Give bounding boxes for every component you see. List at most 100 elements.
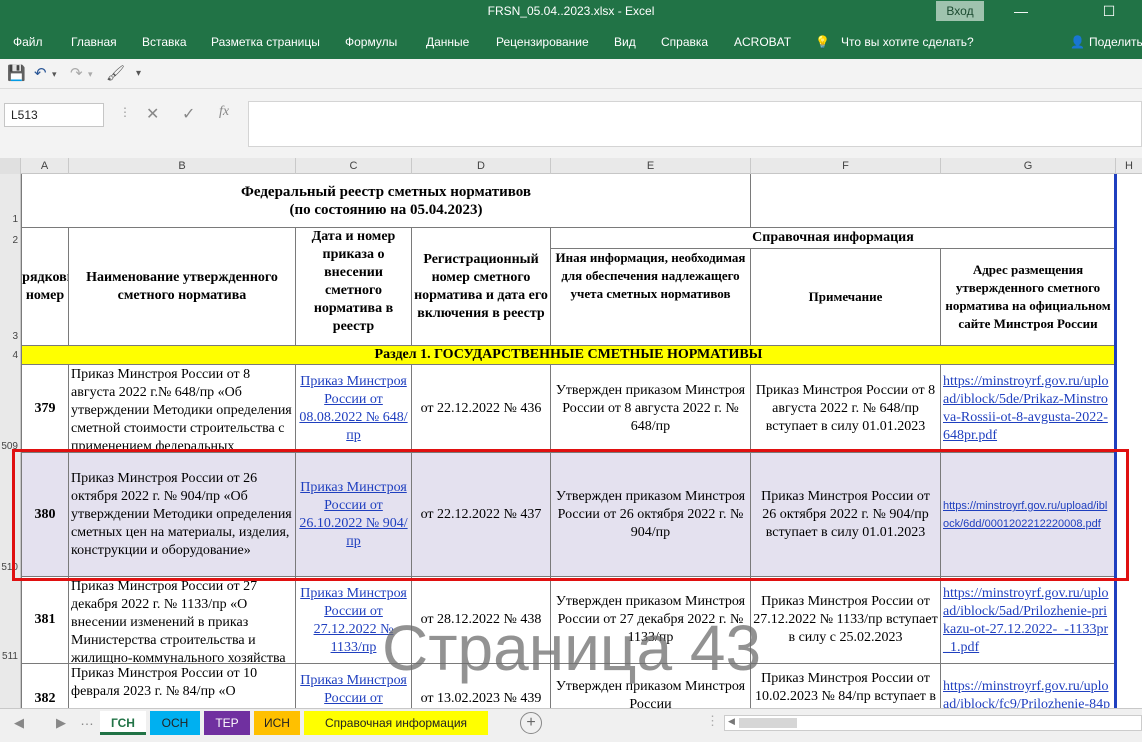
tab-help[interactable]: Справка <box>661 35 708 49</box>
tab-formulas[interactable]: Формулы <box>345 35 397 49</box>
row-379-name[interactable]: Приказ Минстроя России от 8 августа 2022… <box>69 365 296 453</box>
header-reference-info[interactable]: Справочная информация <box>551 228 1116 249</box>
formula-input[interactable] <box>248 101 1142 147</box>
sheet-tab-ter[interactable]: ТЕР <box>204 711 250 735</box>
header-address[interactable]: Адрес размещения утвержденного сметного … <box>941 249 1116 346</box>
header-number[interactable]: Порядковый номер <box>21 228 69 346</box>
row-382-address[interactable]: https://minstroyrf.gov.ru/upload/iblock/… <box>941 664 1116 708</box>
row-380-date-link[interactable]: Приказ Минстроя России от 26.10.2022 № 9… <box>298 479 409 551</box>
save-icon[interactable]: 💾 <box>7 64 26 84</box>
row-header-509[interactable]: 509 <box>0 441 20 452</box>
select-all-button[interactable] <box>0 158 21 174</box>
tab-page-layout[interactable]: Разметка страницы <box>211 35 320 49</box>
header-date[interactable]: Дата и номер приказа о внесении сметного… <box>296 228 412 346</box>
column-header-h[interactable]: H <box>1116 158 1142 174</box>
row-382-note[interactable]: Приказ Минстроя России от 10.02.2023 № 8… <box>751 664 941 708</box>
row-header-511[interactable]: 511 <box>0 651 20 662</box>
insert-function-icon[interactable]: fx <box>219 104 229 120</box>
row-382-address-link[interactable]: https://minstroyrf.gov.ru/upload/iblock/… <box>943 678 1113 708</box>
row-380-registration[interactable]: от 22.12.2022 № 437 <box>412 453 551 577</box>
quick-access-toolbar: 💾 ↶ ▾ ↷ ▾ 🖌 ▾ <box>0 59 1142 89</box>
row-header-2[interactable]: 2 <box>0 235 20 246</box>
row-380-other[interactable]: Утвержден приказом Минстроя России от 26… <box>551 453 751 577</box>
sheet-tab-reference[interactable]: Справочная информация <box>304 711 488 735</box>
restore-icon[interactable]: ☐ <box>1086 0 1132 24</box>
section-header[interactable]: Раздел 1. ГОСУДАРСТВЕННЫЕ СМЕТНЫЕ НОРМАТ… <box>21 346 1116 365</box>
undo-dropdown-icon[interactable]: ▾ <box>52 64 57 84</box>
tell-me-box[interactable]: Что вы хотите сделать? <box>841 35 974 49</box>
tab-scroll-left-icon[interactable]: ◀ <box>14 715 24 731</box>
row-380-date[interactable]: Приказ Минстроя России от 26.10.2022 № 9… <box>296 453 412 577</box>
row-379-address[interactable]: https://minstroyrf.gov.ru/upload/iblock/… <box>941 365 1116 453</box>
tab-file[interactable]: Файл <box>13 35 43 49</box>
undo-icon[interactable]: ↶ <box>34 64 47 84</box>
column-header-e[interactable]: E <box>551 158 751 174</box>
cancel-icon[interactable]: ✕ <box>146 104 159 124</box>
tab-home[interactable]: Главная <box>71 35 117 49</box>
row-379-date[interactable]: Приказ Минстроя России от 08.08.2022 № 6… <box>296 365 412 453</box>
row-379-note[interactable]: Приказ Минстроя России от 8 августа 2022… <box>751 365 941 453</box>
row-379-registration[interactable]: от 22.12.2022 № 436 <box>412 365 551 453</box>
column-header-d[interactable]: D <box>412 158 551 174</box>
customize-qat-icon[interactable]: ▾ <box>136 64 141 84</box>
tabbar-splitter-icon[interactable]: ⋮ <box>706 713 719 729</box>
column-header-f[interactable]: F <box>751 158 941 174</box>
tab-acrobat[interactable]: ACROBAT <box>734 35 791 49</box>
row-380-name[interactable]: Приказ Минстроя России от 26 октября 202… <box>69 453 296 577</box>
sheet-tab-bar: ◀ ▶ … ГСН ОСН ТЕР ИСН Справочная информа… <box>0 708 1142 742</box>
row-380-number[interactable]: 380 <box>21 453 69 577</box>
redo-icon[interactable]: ↷ <box>70 64 83 84</box>
column-header-g[interactable]: G <box>941 158 1116 174</box>
empty-cell-f1[interactable] <box>751 174 1116 228</box>
row-header-3[interactable]: 3 <box>0 331 20 342</box>
title-bar: FRSN_05.04..2023.xlsx - Excel Вход — ☐ <box>0 0 1142 24</box>
row-379-number[interactable]: 379 <box>21 365 69 453</box>
row-381-address-link[interactable]: https://minstroyrf.gov.ru/upload/iblock/… <box>943 585 1113 657</box>
column-header-c[interactable]: C <box>296 158 412 174</box>
name-box[interactable]: L513 <box>4 103 104 127</box>
minimize-icon[interactable]: — <box>998 0 1044 24</box>
tab-review[interactable]: Рецензирование <box>496 35 589 49</box>
scroll-left-arrow-icon[interactable]: ◀ <box>728 716 735 727</box>
table-title-line-1: Федеральный реестр сметных нормативов <box>240 183 532 200</box>
row-379-address-link[interactable]: https://minstroyrf.gov.ru/upload/iblock/… <box>943 373 1113 445</box>
row-381-name[interactable]: Приказ Минстроя России от 27 декабря 202… <box>69 577 296 664</box>
row-381-note[interactable]: Приказ Минстроя России от 27.12.2022 № 1… <box>751 577 941 664</box>
tab-scroll-right-icon[interactable]: ▶ <box>56 715 66 731</box>
sheet-tab-osn[interactable]: ОСН <box>150 711 200 735</box>
sheet-tab-gsn[interactable]: ГСН <box>100 711 146 735</box>
tab-data[interactable]: Данные <box>426 35 469 49</box>
sheet-tab-isn[interactable]: ИСН <box>254 711 300 735</box>
table-title[interactable]: Федеральный реестр сметных нормативов (п… <box>21 174 751 228</box>
row-header-1[interactable]: 1 <box>0 214 20 225</box>
share-button[interactable]: Поделиться <box>1089 35 1142 49</box>
row-379-date-link[interactable]: Приказ Минстроя России от 08.08.2022 № 6… <box>298 373 409 445</box>
row-382-name[interactable]: Приказ Минстроя России от 10 февраля 202… <box>69 664 296 708</box>
add-sheet-icon[interactable]: + <box>520 712 542 734</box>
row-header-4[interactable]: 4 <box>0 350 20 361</box>
header-other-info[interactable]: Иная информация, необходимая для обеспеч… <box>551 249 751 346</box>
header-registration[interactable]: Регистрационный номер сметного норматива… <box>412 228 551 346</box>
tab-view[interactable]: Вид <box>614 35 636 49</box>
row-379-other[interactable]: Утвержден приказом Минстроя России от 8 … <box>551 365 751 453</box>
sign-in-button[interactable]: Вход <box>936 1 984 21</box>
column-header-a[interactable]: A <box>21 158 69 174</box>
row-380-address-link[interactable]: https://minstroyrf.gov.ru/upload/iblock/… <box>943 497 1113 533</box>
scrollbar-thumb[interactable] <box>739 718 797 728</box>
row-382-number[interactable]: 382 <box>21 664 69 708</box>
format-painter-icon[interactable]: 🖌 <box>106 64 125 84</box>
row-381-address[interactable]: https://minstroyrf.gov.ru/upload/iblock/… <box>941 577 1116 664</box>
column-header-b[interactable]: B <box>69 158 296 174</box>
row-header-510[interactable]: 510 <box>0 562 20 573</box>
more-sheets-icon[interactable]: … <box>80 712 94 728</box>
redo-dropdown-icon[interactable]: ▾ <box>88 64 93 84</box>
row-381-number[interactable]: 381 <box>21 577 69 664</box>
horizontal-scrollbar[interactable]: ◀ <box>724 715 1142 731</box>
formula-bar-grip-icon: ⋮ <box>119 105 131 119</box>
header-note[interactable]: Примечание <box>751 249 941 346</box>
row-380-note[interactable]: Приказ Минстроя России от 26 октября 202… <box>751 453 941 577</box>
header-name[interactable]: Наименование утвержденного сметного норм… <box>69 228 296 346</box>
tab-insert[interactable]: Вставка <box>142 35 187 49</box>
enter-icon[interactable]: ✓ <box>182 104 195 124</box>
row-380-address[interactable]: https://minstroyrf.gov.ru/upload/iblock/… <box>941 453 1116 577</box>
